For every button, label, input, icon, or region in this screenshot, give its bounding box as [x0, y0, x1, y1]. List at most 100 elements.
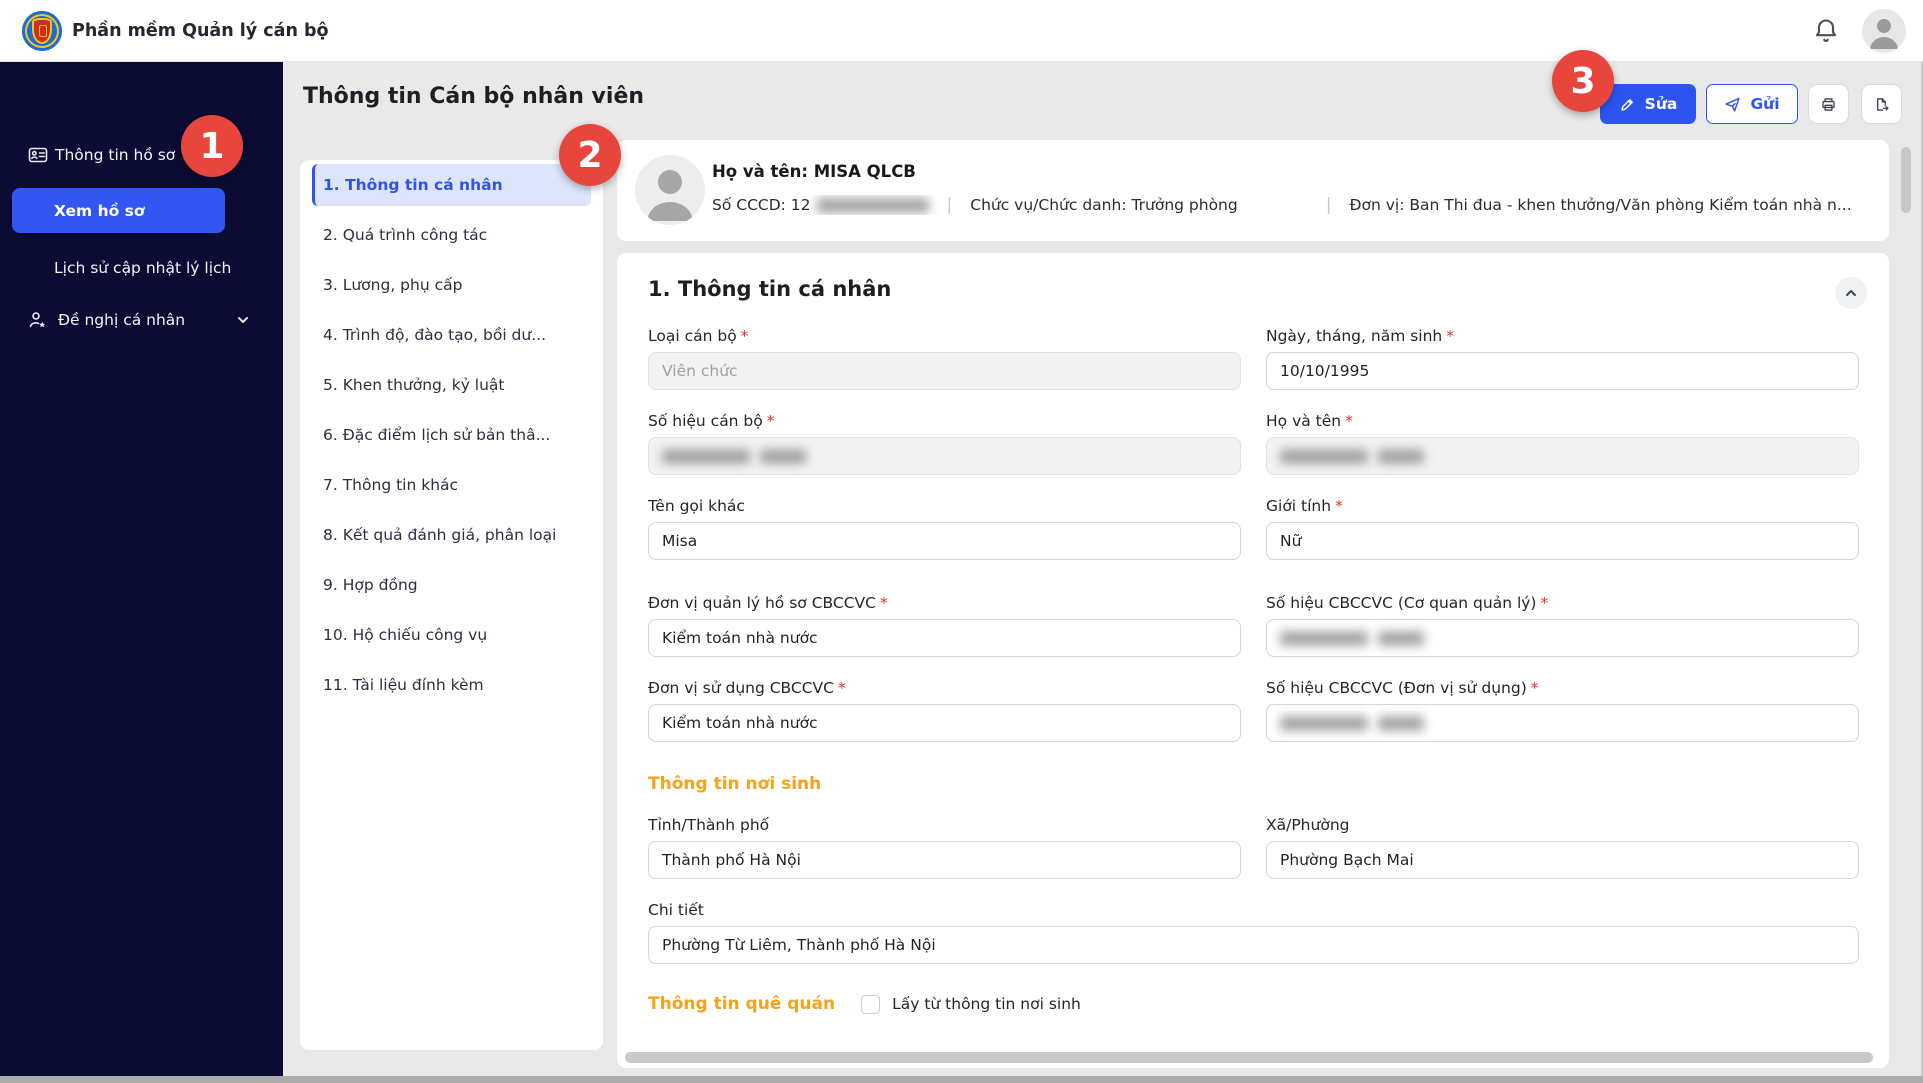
sidebar-item-label: Lịch sử cập nhật lý lịch	[54, 259, 232, 277]
field-label: Tỉnh/Thành phố	[648, 816, 770, 834]
field-label: Đơn vị quản lý hồ sơ CBCCVC *	[648, 594, 888, 612]
input-ten-goi-khac[interactable]: Misa	[648, 522, 1241, 560]
field-label: Số hiệu CBCCVC (Đơn vị sử dụng) *	[1266, 679, 1539, 697]
nav-item-2-qua-trinh-cong-tac[interactable]: 2. Quá trình công tác	[300, 210, 603, 260]
nav-item-8-ket-qua-danh-gia[interactable]: 8. Kết quả đánh giá, phân loại	[300, 510, 603, 560]
redacted-value	[1378, 715, 1424, 731]
person-name: Họ và tên: MISA QLCB	[712, 162, 916, 181]
sidebar-item-de-nghi-ca-nhan[interactable]: Đề nghị cá nhân	[0, 301, 283, 339]
input-gioi-tinh[interactable]: Nữ	[1266, 522, 1859, 560]
sidebar: Thông tin hồ sơ Xem hồ sơ Lịch sử cập nh…	[0, 62, 283, 1083]
send-button[interactable]: Gửi	[1706, 84, 1798, 124]
notification-bell-icon[interactable]	[1812, 17, 1840, 45]
sidebar-item-label: Xem hồ sơ	[54, 201, 145, 220]
sidebar-item-label: Thông tin hồ sơ	[55, 146, 176, 164]
redacted-cccd	[816, 198, 929, 213]
person-position: Chức vụ/Chức danh: Trưởng phòng	[970, 196, 1238, 214]
vertical-scrollbar[interactable]	[1901, 147, 1911, 213]
pencil-icon	[1620, 98, 1633, 111]
field-label: Tên gọi khác	[648, 497, 745, 515]
nav-item-10-ho-chieu-cong-vu[interactable]: 10. Hộ chiếu công vụ	[300, 610, 603, 660]
annotation-step-3: 3	[1552, 50, 1614, 112]
redacted-value	[1280, 630, 1368, 646]
required-marker: *	[1335, 497, 1343, 515]
person-cccd: Số CCCD: 12	[712, 196, 929, 214]
redacted-value	[1280, 448, 1368, 464]
required-marker: *	[740, 327, 749, 345]
required-marker: *	[1540, 594, 1549, 612]
required-marker: *	[1446, 327, 1455, 345]
edit-button[interactable]: Sửa	[1600, 84, 1696, 124]
nav-item-9-hop-dong[interactable]: 9. Hợp đồng	[300, 560, 603, 610]
redacted-value	[1378, 448, 1424, 464]
checkbox-label: Lấy từ thông tin nơi sinh	[892, 995, 1081, 1013]
person-info-line: Số CCCD: 12 | Chức vụ/Chức danh: Trưởng …	[712, 195, 1869, 215]
sidebar-item-lich-su-cap-nhat[interactable]: Lịch sử cập nhật lý lịch	[0, 249, 283, 287]
person-photo	[635, 155, 705, 225]
horizontal-scrollbar[interactable]	[625, 1052, 1873, 1063]
nav-item-5-khen-thuong-ky-luat[interactable]: 5. Khen thưởng, kỷ luật	[300, 360, 603, 410]
input-tinh-thanh-pho[interactable]: Thành phố Hà Nội	[648, 841, 1241, 879]
input-ngay-sinh[interactable]: 10/10/1995	[1266, 352, 1859, 390]
form-section-title: 1. Thông tin cá nhân	[648, 277, 892, 301]
redacted-value	[760, 448, 806, 464]
print-button[interactable]	[1808, 84, 1849, 124]
redacted-value	[1378, 630, 1424, 646]
field-label: Số hiệu CBCCVC (Cơ quan quản lý) *	[1266, 594, 1549, 612]
collapse-section-button[interactable]	[1835, 277, 1867, 309]
nav-item-1-thong-tin-ca-nhan[interactable]: 1. Thông tin cá nhân	[312, 164, 591, 206]
person-summary-card: Họ và tên: MISA QLCB Số CCCD: 12 | Chức …	[617, 140, 1889, 241]
input-so-hieu-don-vi[interactable]	[1266, 704, 1859, 742]
person-star-icon	[28, 310, 48, 330]
nav-item-7-thong-tin-khac[interactable]: 7. Thông tin khác	[300, 460, 603, 510]
hometown-section-title: Thông tin quê quán	[648, 994, 836, 1014]
state-audit-logo-icon	[22, 11, 62, 51]
input-don-vi-quan-ly[interactable]: Kiểm toán nhà nước	[648, 619, 1241, 657]
send-button-label: Gửi	[1750, 95, 1780, 113]
field-label: Giới tính *	[1266, 497, 1343, 515]
app-title: Phần mềm Quản lý cán bộ	[72, 21, 329, 41]
nav-item-11-tai-lieu-dinh-kem[interactable]: 11. Tài liệu đính kèm	[300, 660, 603, 710]
export-document-button[interactable]	[1861, 84, 1902, 124]
redacted-value	[662, 448, 750, 464]
printer-icon	[1822, 97, 1835, 111]
chevron-up-icon	[1846, 290, 1856, 296]
chevron-down-icon	[236, 313, 250, 327]
paper-plane-icon	[1725, 97, 1741, 112]
app-header: Phần mềm Quản lý cán bộ	[0, 0, 1923, 62]
input-chi-tiet[interactable]: Phường Từ Liêm, Thành phố Hà Nội	[648, 926, 1859, 964]
field-label: Đơn vị sử dụng CBCCVC *	[648, 679, 846, 697]
nav-item-4-trinh-do-dao-tao[interactable]: 4. Trình độ, đào tạo, bồi dư...	[300, 310, 603, 360]
input-don-vi-su-dung[interactable]: Kiểm toán nhà nước	[648, 704, 1241, 742]
field-label: Họ và tên *	[1266, 412, 1353, 430]
edit-button-label: Sửa	[1644, 95, 1678, 113]
annotation-step-1: 1	[181, 115, 243, 177]
input-xa-phuong[interactable]: Phường Bạch Mai	[1266, 841, 1859, 879]
required-marker: *	[879, 594, 888, 612]
divider: |	[1325, 195, 1332, 215]
nav-item-6-dac-diem-lich-su[interactable]: 6. Đặc điểm lịch sử bản thâ...	[300, 410, 603, 460]
birth-place-section-title: Thông tin nơi sinh	[648, 774, 822, 794]
field-label: Xã/Phường	[1266, 816, 1350, 834]
page-title: Thông tin Cán bộ nhân viên	[303, 84, 645, 109]
input-loai-can-bo[interactable]: Viên chức	[648, 352, 1241, 390]
app-window: Phần mềm Quản lý cán bộ Thông tin hồ sơ	[0, 0, 1923, 1083]
profile-section-nav: 1. Thông tin cá nhân 2. Quá trình công t…	[300, 160, 603, 1050]
input-ho-va-ten[interactable]	[1266, 437, 1859, 475]
window-bottom-edge	[0, 1076, 1923, 1083]
redacted-value	[1280, 715, 1368, 731]
divider: |	[946, 195, 953, 215]
required-marker: *	[838, 679, 846, 697]
checkbox-lay-tu-noi-sinh[interactable]	[861, 994, 881, 1014]
field-label: Số hiệu cán bộ *	[648, 412, 775, 430]
field-label: Ngày, tháng, năm sinh *	[1266, 327, 1455, 345]
input-so-hieu-co-quan[interactable]	[1266, 619, 1859, 657]
person-unit: Đơn vị: Ban Thi đua - khen thưởng/Văn ph…	[1349, 196, 1852, 214]
nav-item-3-luong-phu-cap[interactable]: 3. Lương, phụ cấp	[300, 260, 603, 310]
sidebar-item-xem-ho-so[interactable]: Xem hồ sơ	[12, 188, 225, 233]
input-so-hieu-can-bo[interactable]	[648, 437, 1241, 475]
field-label: Loại cán bộ *	[648, 327, 749, 345]
field-label: Chi tiết	[648, 901, 704, 919]
required-marker: *	[1345, 412, 1353, 430]
user-avatar[interactable]	[1862, 9, 1906, 53]
